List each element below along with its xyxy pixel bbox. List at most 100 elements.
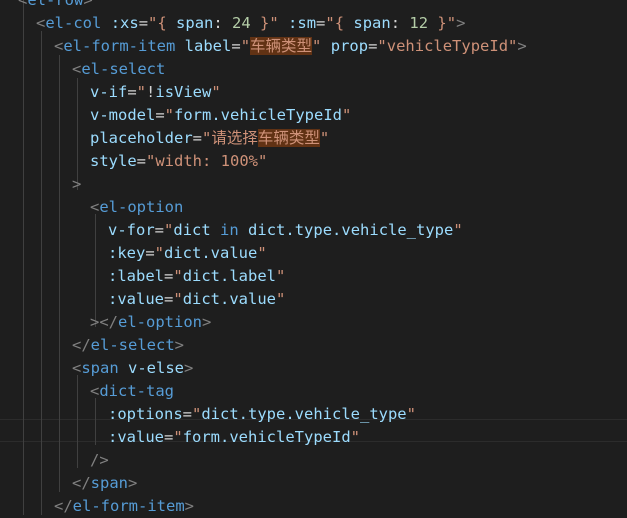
code-token: = <box>145 244 155 262</box>
code-token: < <box>90 198 100 216</box>
code-token: = <box>127 83 137 101</box>
code-line: v-for="dict in dict.type.vehicle_type" <box>108 219 463 242</box>
code-line: v-if="!isView" <box>90 81 221 104</box>
code-line: /> <box>90 449 109 472</box>
code-token: = <box>164 290 174 308</box>
code-token: < <box>18 0 28 9</box>
code-line: v-model="form.vehicleTypeId" <box>90 104 351 127</box>
code-token: </ <box>54 497 73 515</box>
code-token: "vehicleTypeId" <box>377 37 518 55</box>
code-line: <el-select <box>72 58 165 81</box>
code-token: " <box>173 428 183 446</box>
code-token: = <box>164 428 174 446</box>
code-token: " <box>453 221 463 239</box>
code-token: > <box>72 175 82 193</box>
code-token: " <box>240 37 251 55</box>
code-token: }" <box>250 14 279 32</box>
code-token: "{ <box>148 14 177 32</box>
code-token: " <box>211 83 221 101</box>
code-line: <el-col :xs="{ span: 24 }" :sm="{ span: … <box>36 12 465 35</box>
code-token: = <box>316 14 326 32</box>
code-token: " <box>319 129 330 147</box>
code-token: "{ <box>325 14 354 32</box>
code-token: < <box>54 37 64 55</box>
code-token: = <box>231 37 241 55</box>
code-token: dict.type.vehicle_type <box>248 221 454 239</box>
search-match-highlight: 车辆类型 <box>257 129 320 147</box>
code-token: " <box>276 267 286 285</box>
code-token: " <box>173 290 183 308</box>
search-match-highlight: 车辆类型 <box>250 37 313 55</box>
code-token: in <box>220 221 239 239</box>
code-token: " <box>136 83 147 101</box>
code-token: > <box>202 313 212 331</box>
code-token: :label <box>108 267 164 285</box>
code-token: 24 <box>232 14 251 32</box>
code-token: " <box>406 405 416 423</box>
code-token: " <box>276 290 286 308</box>
code-token: placeholder <box>90 129 193 147</box>
code-line: <el-option <box>90 196 183 219</box>
code-token: form.vehicleTypeId <box>182 428 351 446</box>
code-token: span <box>176 14 214 32</box>
code-token: :sm <box>288 14 317 32</box>
code-token: v-model <box>90 106 156 124</box>
code-token: < <box>72 60 82 78</box>
code-line: placeholder="请选择车辆类型" <box>90 127 329 150</box>
code-token: > <box>83 0 93 9</box>
code-token: > <box>456 14 466 32</box>
code-token: span <box>81 359 119 377</box>
code-token: :options <box>108 405 183 423</box>
code-token: dict <box>173 221 211 239</box>
code-token: el-select <box>81 60 166 78</box>
indent-guide <box>23 0 24 515</box>
code-token: " <box>173 267 183 285</box>
code-token: = <box>155 106 165 124</box>
code-token: el-form-item <box>72 497 185 515</box>
code-token: v-for <box>108 221 155 239</box>
code-token: > <box>184 497 194 515</box>
code-token: : <box>390 14 410 32</box>
code-token: form.vehicleTypeId <box>174 106 342 124</box>
code-token: "width: 100%" <box>146 152 268 170</box>
code-line: :label="dict.label" <box>108 265 285 288</box>
code-token: span <box>90 474 128 492</box>
code-line: ></el-option> <box>90 311 211 334</box>
code-token: isView <box>155 83 212 101</box>
code-token: = <box>368 37 378 55</box>
code-line: <dict-tag <box>90 380 174 403</box>
code-token: el-option <box>118 313 202 331</box>
code-token: dict.label <box>182 267 277 285</box>
code-token: }" <box>428 14 457 32</box>
code-token: : <box>213 14 233 32</box>
code-token: = <box>164 267 174 285</box>
code-token: " <box>350 428 361 446</box>
code-token: = <box>136 152 147 170</box>
code-editor[interactable]: <el-row> <el-col :xs="{ span: 24 }" :sm="… <box>0 0 627 515</box>
code-token: < <box>36 14 46 32</box>
code-token: el-select <box>90 336 175 354</box>
code-token: " <box>312 37 322 55</box>
indent-guide <box>95 398 96 445</box>
indent-guide <box>77 375 78 468</box>
code-token: = <box>192 129 202 147</box>
code-token: > <box>517 37 527 55</box>
code-token: " <box>164 106 175 124</box>
code-token: :value <box>108 290 164 308</box>
code-token: " <box>342 106 352 124</box>
code-token: style <box>90 152 137 170</box>
code-token: = <box>154 221 165 239</box>
code-token: v-else <box>128 359 185 377</box>
code-token: dict.value <box>182 290 277 308</box>
code-token: "请选择 <box>202 129 258 147</box>
code-token: = <box>182 405 192 423</box>
code-line: <el-form-item label="车辆类型" prop="vehicle… <box>54 35 527 58</box>
code-token: dict.type.vehicle_type <box>201 405 407 423</box>
